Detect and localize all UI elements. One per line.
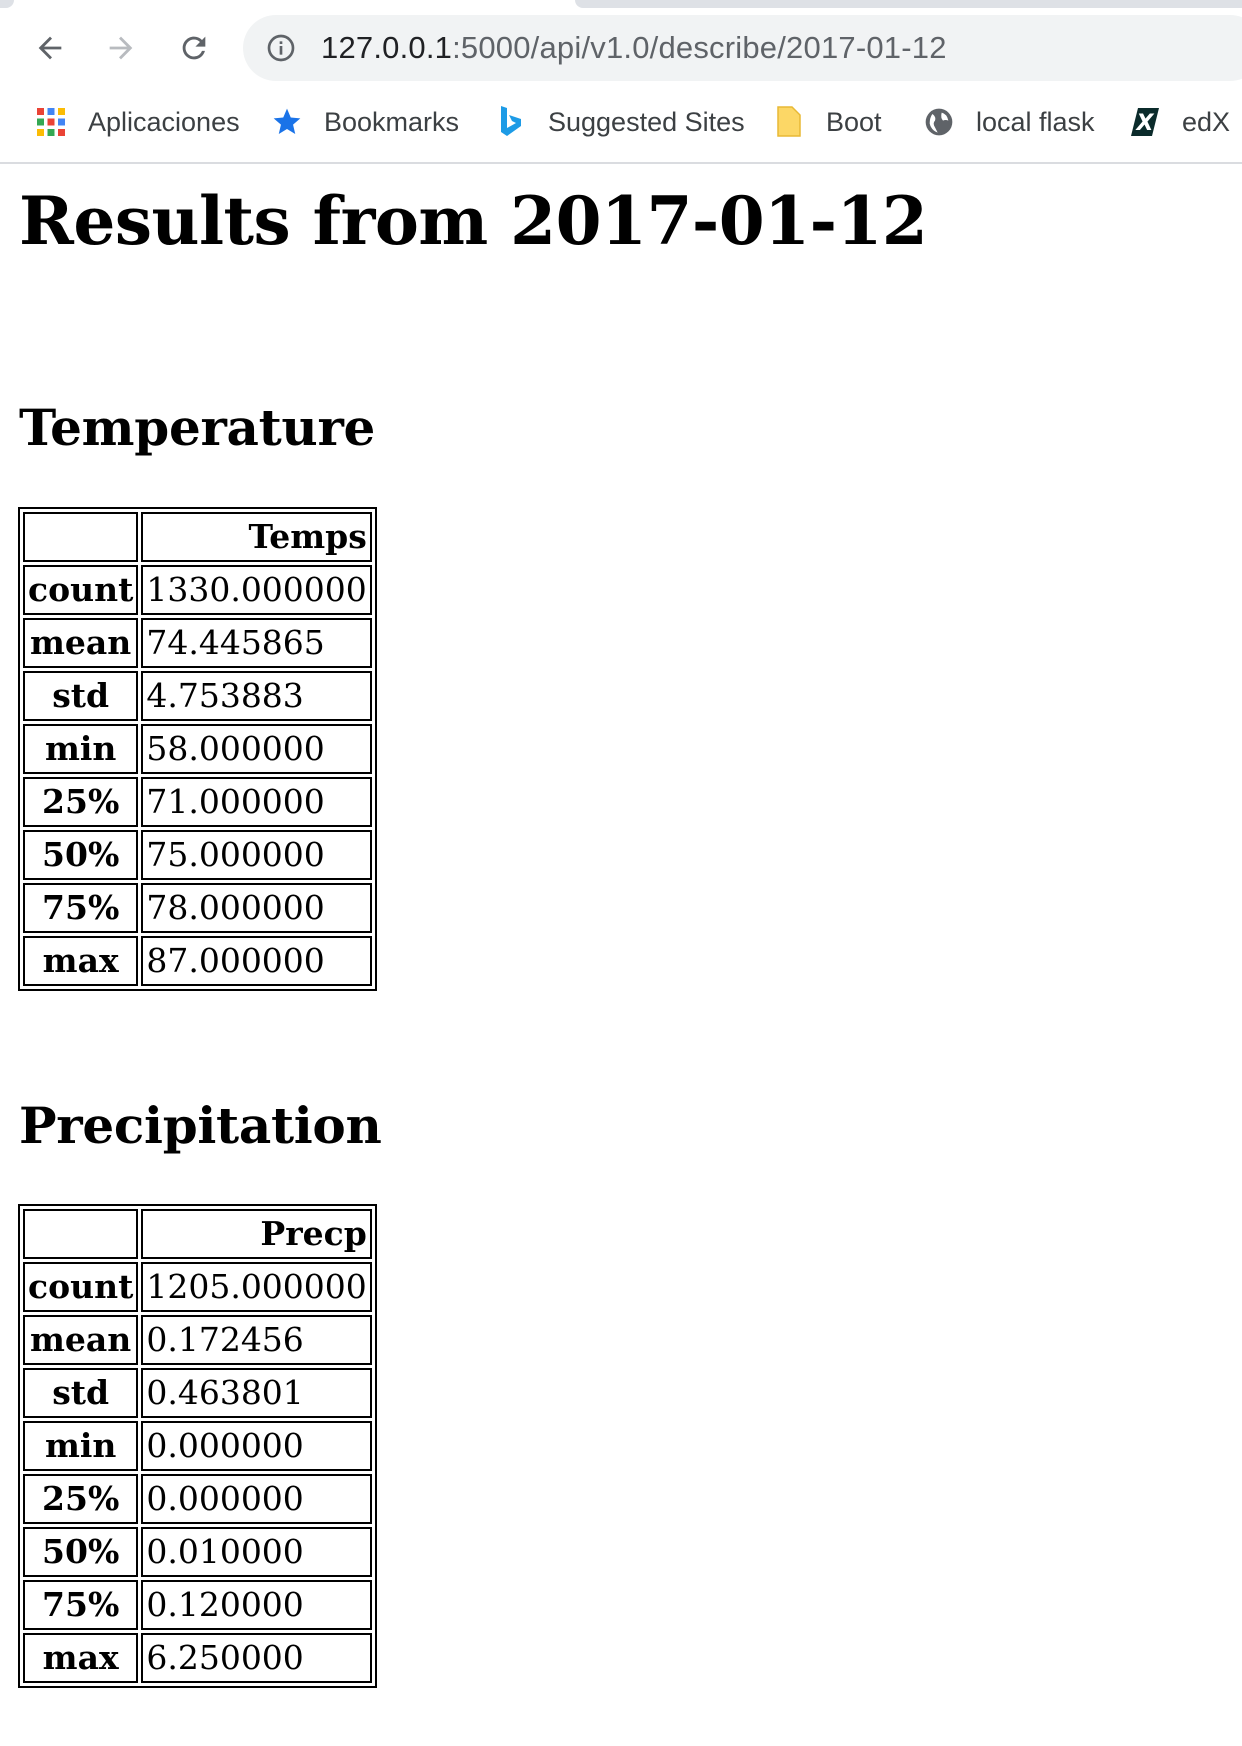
table-row: count 1330.000000 bbox=[23, 565, 372, 615]
table-row: 75% 0.120000 bbox=[23, 1580, 372, 1630]
tab-strip-right bbox=[575, 0, 1242, 8]
cell-value: 58.000000 bbox=[141, 724, 372, 774]
cell-value: 1330.000000 bbox=[141, 565, 372, 615]
bookmark-label: local flask bbox=[976, 106, 1095, 137]
table-row: min 58.000000 bbox=[23, 724, 372, 774]
star-icon bbox=[270, 105, 304, 139]
cell-value: 0.120000 bbox=[141, 1580, 372, 1630]
tab-strip-edge bbox=[0, 0, 1242, 8]
apps-grid-icon bbox=[34, 105, 68, 139]
bookmark-label: Bookmarks bbox=[324, 106, 460, 137]
row-label: mean bbox=[23, 618, 139, 668]
cell-value: 0.000000 bbox=[141, 1421, 372, 1471]
cell-value: 6.250000 bbox=[141, 1633, 372, 1683]
cell-value: 87.000000 bbox=[141, 936, 372, 986]
cell-value: 1205.000000 bbox=[141, 1262, 372, 1312]
cell-value: 78.000000 bbox=[141, 883, 372, 933]
row-label: 25% bbox=[23, 1474, 139, 1524]
bookmark-edx[interactable]: X edX bbox=[1128, 96, 1230, 148]
table-row: 50% 0.010000 bbox=[23, 1527, 372, 1577]
row-label: count bbox=[23, 565, 139, 615]
row-label: min bbox=[23, 724, 139, 774]
bookmark-aplicaciones[interactable]: Aplicaciones bbox=[34, 96, 240, 148]
url-path: :5000/api/v1.0/describe/2017-01-12 bbox=[452, 30, 947, 65]
reload-icon bbox=[182, 36, 206, 60]
bookmark-boot[interactable]: Boot bbox=[772, 96, 882, 148]
bookmark-label: Suggested Sites bbox=[548, 106, 745, 137]
table-row: max 6.250000 bbox=[23, 1633, 372, 1683]
temps-column-header: Temps bbox=[141, 512, 372, 562]
cell-value: 74.445865 bbox=[141, 618, 372, 668]
folder-icon bbox=[772, 105, 806, 139]
temperature-heading: Temperature bbox=[19, 398, 376, 457]
temperature-table: Temps count 1330.000000 mean 74.445865 std… bbox=[18, 507, 377, 991]
cell-value: 0.463801 bbox=[141, 1368, 372, 1418]
back-arrow-icon bbox=[38, 36, 62, 60]
table-row: min 0.000000 bbox=[23, 1421, 372, 1471]
svg-text:X: X bbox=[1135, 111, 1155, 136]
table-row: count 1205.000000 bbox=[23, 1262, 372, 1312]
bookmark-label: Aplicaciones bbox=[88, 106, 240, 137]
row-label: mean bbox=[23, 1315, 139, 1365]
row-label: std bbox=[23, 1368, 139, 1418]
cell-value: 4.753883 bbox=[141, 671, 372, 721]
table-row: mean 74.445865 bbox=[23, 618, 372, 668]
table-row: max 87.000000 bbox=[23, 936, 372, 986]
bookmark-label: Boot bbox=[826, 106, 882, 137]
bookmark-local-flask[interactable]: local flask bbox=[922, 96, 1095, 148]
bookmark-suggested-sites[interactable]: Suggested Sites bbox=[494, 96, 745, 148]
table-row: std 0.463801 bbox=[23, 1368, 372, 1418]
page-title: Results from 2017-01-12 bbox=[19, 182, 928, 260]
table-row: 25% 0.000000 bbox=[23, 1474, 372, 1524]
cell-value: 0.172456 bbox=[141, 1315, 372, 1365]
bookmarks-bar: Aplicaciones Bookmarks Suggested Sites B… bbox=[0, 96, 1242, 148]
row-label: 75% bbox=[23, 1580, 139, 1630]
table-corner-cell bbox=[23, 1209, 139, 1259]
cell-value: 0.000000 bbox=[141, 1474, 372, 1524]
cell-value: 0.010000 bbox=[141, 1527, 372, 1577]
info-icon[interactable] bbox=[265, 32, 297, 64]
cell-value: 75.000000 bbox=[141, 830, 372, 880]
tab-strip-left bbox=[0, 0, 14, 8]
table-row: 25% 71.000000 bbox=[23, 777, 372, 827]
precp-column-header: Precp bbox=[141, 1209, 372, 1259]
table-header-row: Precp bbox=[23, 1209, 372, 1259]
row-label: min bbox=[23, 1421, 139, 1471]
globe-icon bbox=[922, 105, 956, 139]
table-row: 75% 78.000000 bbox=[23, 883, 372, 933]
forward-arrow-icon bbox=[109, 36, 133, 60]
row-label: 75% bbox=[23, 883, 139, 933]
bookmark-bookmarks[interactable]: Bookmarks bbox=[270, 96, 459, 148]
row-label: max bbox=[23, 1633, 139, 1683]
table-row: mean 0.172456 bbox=[23, 1315, 372, 1365]
url-host: 127.0.0.1 bbox=[321, 30, 453, 65]
row-label: std bbox=[23, 671, 139, 721]
row-label: 25% bbox=[23, 777, 139, 827]
back-button[interactable] bbox=[24, 22, 76, 74]
reload-button[interactable] bbox=[168, 22, 220, 74]
table-corner-cell bbox=[23, 512, 139, 562]
precipitation-heading: Precipitation bbox=[19, 1096, 382, 1155]
address-bar[interactable]: 127.0.0.1:5000/api/v1.0/describe/2017-01… bbox=[243, 15, 1242, 81]
row-label: count bbox=[23, 1262, 139, 1312]
forward-button[interactable] bbox=[95, 22, 147, 74]
row-label: 50% bbox=[23, 1527, 139, 1577]
edx-icon: X bbox=[1128, 105, 1162, 139]
bookmark-label: edX bbox=[1182, 106, 1231, 137]
bing-icon bbox=[494, 105, 528, 139]
browser-chrome: 127.0.0.1:5000/api/v1.0/describe/2017-01… bbox=[0, 0, 1242, 164]
table-row: 50% 75.000000 bbox=[23, 830, 372, 880]
row-label: 50% bbox=[23, 830, 139, 880]
table-row: std 4.753883 bbox=[23, 671, 372, 721]
row-label: max bbox=[23, 936, 139, 986]
precipitation-table: Precp count 1205.000000 mean 0.172456 std 0… bbox=[18, 1204, 377, 1688]
table-header-row: Temps bbox=[23, 512, 372, 562]
url-text[interactable]: 127.0.0.1:5000/api/v1.0/describe/2017-01… bbox=[321, 15, 947, 81]
cell-value: 71.000000 bbox=[141, 777, 372, 827]
